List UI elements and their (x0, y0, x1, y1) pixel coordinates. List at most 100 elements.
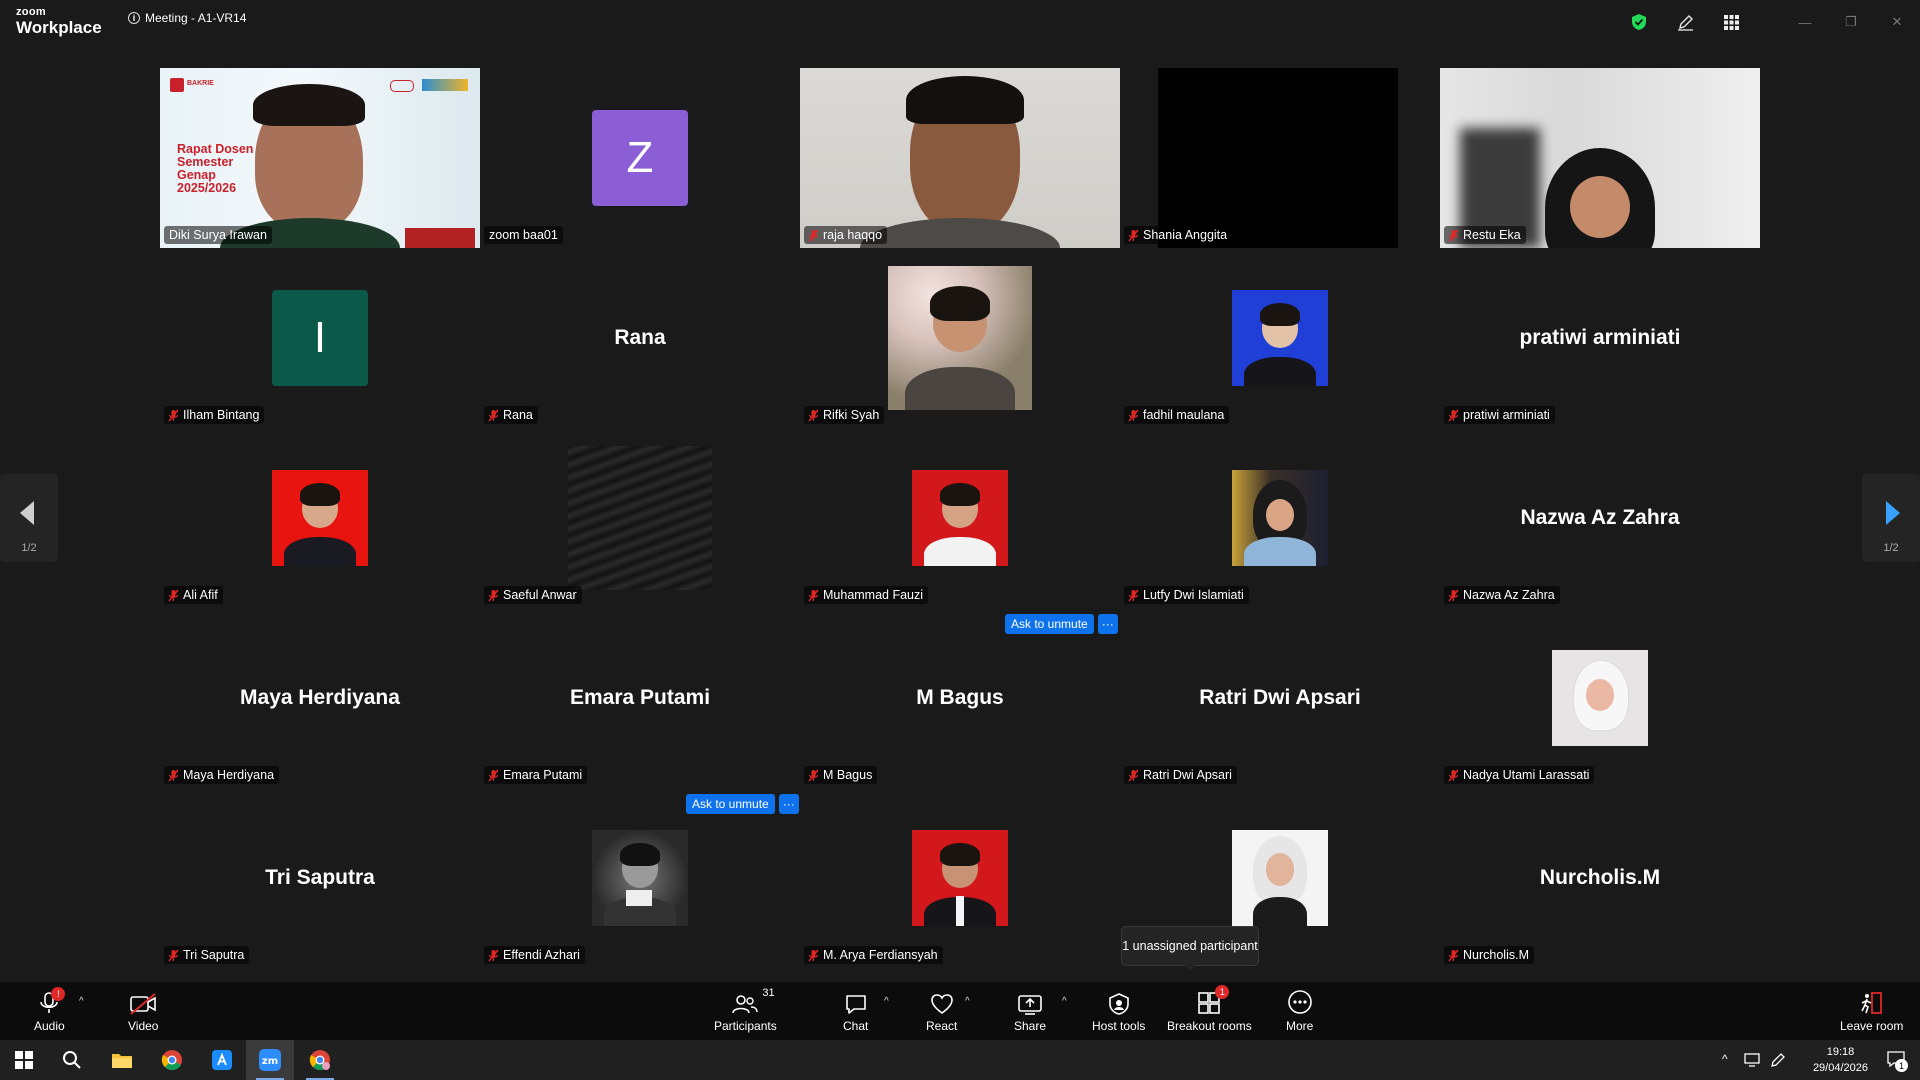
arrow-left-icon (20, 501, 34, 525)
react-options-caret-icon[interactable]: ^ (965, 996, 970, 1007)
pen-icon[interactable] (1770, 1052, 1786, 1068)
tile-nurcholis-m[interactable]: Nurcholis.M Nurcholis.M (1440, 788, 1760, 968)
profile-photo (1232, 830, 1328, 926)
tile-pratiwi-arminiati[interactable]: pratiwi arminiati pratiwi arminiati (1440, 248, 1760, 428)
tile-muhammad-fauzi[interactable]: Muhammad Fauzi (800, 428, 1120, 608)
tile-m-bagus[interactable]: M Bagus M Bagus (800, 608, 1120, 788)
profile-photo (1552, 650, 1648, 746)
leave-room-button[interactable]: Leave room (1840, 982, 1903, 1040)
audio-label: Audio (34, 1019, 65, 1033)
participant-name-label: Nazwa Az Zahra (1444, 586, 1560, 604)
tile-nadya-utami-larassati[interactable]: Nadya Utami Larassati (1440, 608, 1760, 788)
tile-tri-saputra[interactable]: Tri Saputra Tri Saputra (160, 788, 480, 968)
host-tools-button[interactable]: Host tools (1092, 982, 1145, 1040)
tile-rana[interactable]: Rana Rana (480, 248, 800, 428)
participant-name-label: Nurcholis.M (1444, 946, 1534, 964)
muted-mic-icon (1128, 769, 1139, 781)
participant-name-label: Rana (484, 406, 538, 424)
close-icon[interactable]: ✕ (1874, 0, 1920, 44)
audio-button[interactable]: ! Audio (34, 982, 66, 1040)
participant-name-label: M Bagus (804, 766, 878, 784)
tile-ali-afif[interactable]: Ali Afif (160, 428, 480, 608)
network-icon[interactable] (1744, 1052, 1762, 1068)
participant-name-label: Effendi Azhari (484, 946, 585, 964)
participant-name-label: pratiwi arminiati (1444, 406, 1555, 424)
tile-maya-herdiyana[interactable]: Maya Herdiyana Maya Herdiyana (160, 608, 480, 788)
zoom-logo: zoom Workplace (16, 7, 102, 37)
tile-effendi-azhari[interactable]: Effendi Azhari (480, 788, 800, 968)
chat-button[interactable]: Chat (843, 982, 868, 1040)
tile-saeful-anwar[interactable]: Saeful Anwar (480, 428, 800, 608)
tile-restu-eka[interactable]: Restu Eka (1440, 68, 1760, 248)
video-feed (1158, 68, 1398, 248)
taskbar-search-button[interactable] (48, 1040, 96, 1080)
taskbar-chrome[interactable] (148, 1040, 196, 1080)
react-button[interactable]: React (926, 982, 957, 1040)
participant-name-label: Ali Afif (164, 586, 223, 604)
more-options-icon[interactable]: ··· (778, 794, 799, 814)
tile-fadhil-maulana[interactable]: fadhil maulana (1120, 248, 1440, 428)
tile-lutfy-dwi-islamiati[interactable]: Lutfy Dwi Islamiati (1120, 428, 1440, 608)
file-explorer-icon (112, 1054, 132, 1068)
tile-m-arya-ferdiansyah[interactable]: M. Arya Ferdiansyah (800, 788, 1120, 968)
participant-name-label: Maya Herdiyana (164, 766, 280, 784)
participant-name-label: Nadya Utami Larassati (1444, 766, 1595, 784)
tile-emara-putami[interactable]: Emara Putami Emara Putami (480, 608, 800, 788)
profile-photo (1232, 470, 1328, 566)
brand-name: Workplace (16, 18, 102, 37)
minimize-icon[interactable]: — (1782, 0, 1828, 44)
chat-label: Chat (843, 1019, 869, 1033)
tile-nazwa-az-zahra[interactable]: Nazwa Az Zahra Nazwa Az Zahra (1440, 428, 1760, 608)
taskbar-chrome-profile[interactable] (296, 1040, 344, 1080)
app-store-icon (212, 1050, 232, 1070)
share-options-caret-icon[interactable]: ^ (1062, 996, 1067, 1007)
annotate-pen-icon[interactable] (1674, 11, 1696, 33)
chat-icon (845, 995, 866, 1014)
video-button[interactable]: Video (128, 982, 158, 1040)
security-shield-icon[interactable] (1628, 11, 1650, 33)
shield-icon (1108, 993, 1129, 1015)
chrome-profile-icon (309, 1050, 330, 1071)
notification-center-button[interactable]: 1 (1886, 1050, 1908, 1072)
taskbar-clock[interactable]: 19:18 29/04/2026 (1813, 1044, 1868, 1076)
notification-count: 1 (1895, 1059, 1908, 1072)
tile-raja-haqqo[interactable]: raja haqqo (800, 68, 1120, 248)
ask-to-unmute-button[interactable]: Ask to unmute (686, 794, 775, 814)
muted-mic-icon (168, 409, 179, 421)
tile-ilham-bintang[interactable]: I Ilham Bintang (160, 248, 480, 428)
windows-start-button[interactable] (0, 1040, 48, 1080)
muted-mic-icon (488, 409, 499, 421)
share-button[interactable]: Share (1014, 982, 1046, 1040)
tray-overflow-icon[interactable]: ^ (1722, 1052, 1728, 1066)
more-options-icon[interactable]: ··· (1097, 614, 1118, 634)
tile-diki-surya-irawan[interactable]: BAKRIE Rapat Dosen Semester Genap 2025/2… (160, 68, 480, 248)
breakout-rooms-button[interactable]: 1 Breakout rooms (1167, 982, 1252, 1040)
more-button[interactable]: More (1286, 982, 1313, 1040)
tile-rifki-syah[interactable]: Rifki Syah (800, 248, 1120, 428)
muted-mic-icon (1128, 229, 1139, 241)
audio-alert-badge: ! (51, 987, 66, 1001)
audio-options-caret-icon[interactable]: ^ (79, 996, 84, 1007)
meeting-info-button[interactable]: i Meeting - A1-VR14 (128, 11, 246, 25)
taskbar-app-store[interactable] (198, 1040, 246, 1080)
restore-icon[interactable]: ❐ (1828, 0, 1874, 44)
taskbar-zoom[interactable]: zm (246, 1040, 294, 1080)
tile-ratri-dwi-apsari[interactable]: Ratri Dwi Apsari Ratri Dwi Apsari (1120, 608, 1440, 788)
tile-shania-anggita[interactable]: Shania Anggita (1120, 68, 1440, 248)
participant-name-label: Tri Saputra (164, 946, 250, 964)
muted-mic-icon (808, 949, 819, 961)
chat-options-caret-icon[interactable]: ^ (884, 996, 889, 1007)
gallery-grid: BAKRIE Rapat Dosen Semester Genap 2025/2… (160, 68, 1760, 980)
participants-button[interactable]: 31 Participants (714, 982, 777, 1040)
next-page-button[interactable]: 1/2 (1862, 474, 1920, 562)
tile-zoom-baa01[interactable]: Z zoom baa01 (480, 68, 800, 248)
participant-name-label: Diki Surya Irawan (164, 226, 272, 244)
apps-grid-icon[interactable] (1720, 11, 1742, 33)
ask-to-unmute-button[interactable]: Ask to unmute (1005, 614, 1094, 634)
previous-page-button[interactable]: 1/2 (0, 474, 58, 562)
muted-mic-icon (808, 589, 819, 601)
participant-name-label: Restu Eka (1444, 226, 1526, 244)
taskbar-file-explorer[interactable] (98, 1040, 146, 1080)
zoom-icon: zm (259, 1049, 281, 1071)
clock-date: 29/04/2026 (1812, 1062, 1868, 1074)
